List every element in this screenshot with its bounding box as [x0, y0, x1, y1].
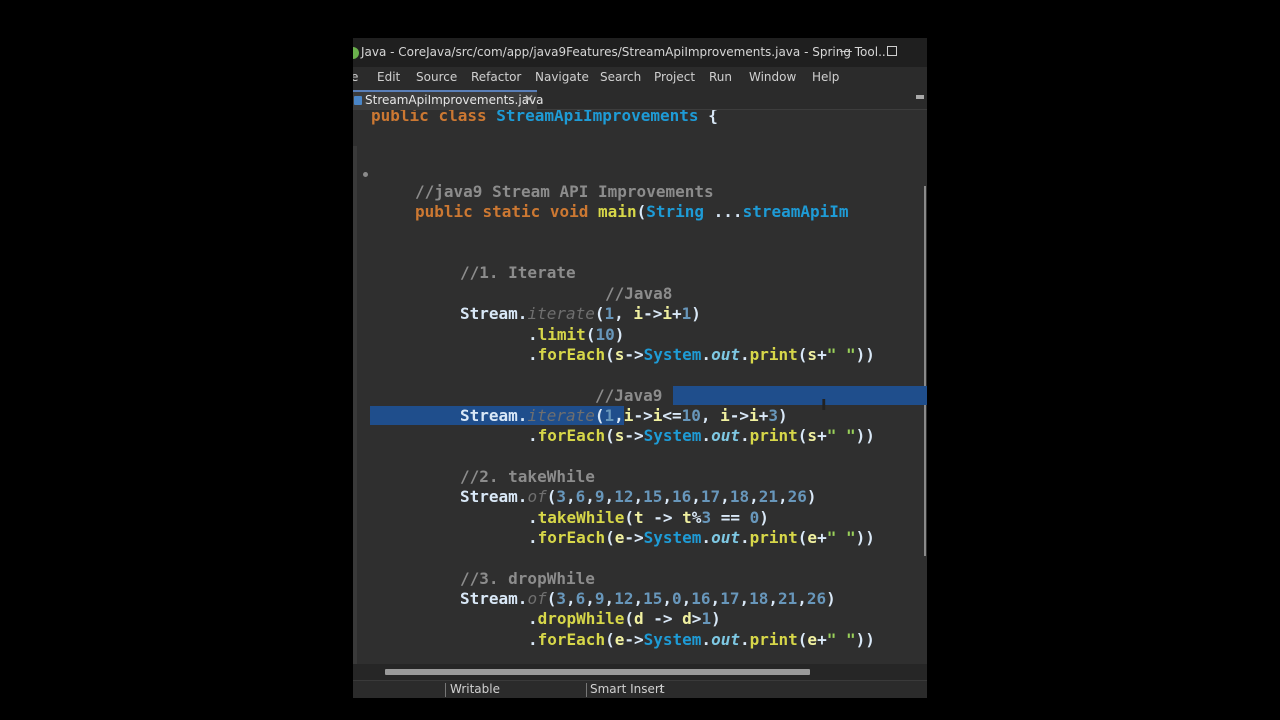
spring-tool-icon — [353, 47, 359, 59]
code-line: Stream.iterate(1,i->i<=10, i->i+3) — [460, 406, 788, 425]
code-line: public static void main(String ...stream… — [415, 202, 849, 221]
menu-run[interactable]: Run — [709, 70, 732, 84]
view-menu-icon[interactable] — [916, 95, 924, 99]
menu-bar: e Edit Source Refactor Navigate Search P… — [353, 67, 927, 89]
menu-source[interactable]: Source — [416, 70, 457, 84]
code-line: //Java8 — [605, 284, 673, 303]
maximize-button[interactable] — [877, 41, 907, 63]
code-line: .dropWhile(d -> d>1) — [528, 609, 721, 628]
code-line: .forEach(e->System.out.print(e+" ")) — [528, 528, 875, 547]
code-editor[interactable]: public class StreamApiImprovements { //j… — [353, 110, 927, 664]
tab-streamapiimprovements[interactable]: StreamApiImprovements.java ✕ — [353, 90, 544, 109]
code-line: //java9 Stream API Improvements — [415, 182, 714, 201]
maximize-icon — [887, 45, 897, 56]
close-tab-icon[interactable]: ✕ — [524, 92, 534, 106]
code-line: //2. takeWhile — [460, 467, 595, 486]
vertical-scrollbar[interactable] — [924, 186, 926, 556]
status-writable: Writable — [450, 682, 500, 696]
code-line: .takeWhile(t -> t%3 == 0) — [528, 508, 769, 527]
code-line: .forEach(s->System.out.print(s+" ")) — [528, 426, 875, 445]
selection-highlight — [673, 386, 927, 405]
code-line: public class StreamApiImprovements { — [371, 110, 718, 125]
ide-window: Java - CoreJava/src/com/app/java9Feature… — [353, 38, 927, 698]
status-more-icon[interactable]: ⁝ — [659, 682, 663, 696]
code-line: Stream.of(3,6,9,12,15,0,16,17,18,21,26) — [460, 589, 836, 608]
gutter — [353, 146, 357, 664]
code-line: .forEach(s->System.out.print(s+" ")) — [528, 345, 875, 364]
code-line: //3. dropWhile — [460, 569, 595, 588]
status-insert-mode: Smart Insert — [590, 682, 665, 696]
code-line: .limit(10) — [528, 325, 625, 344]
code-line: //Java9 — [595, 386, 663, 405]
status-separator — [586, 683, 587, 697]
tab-label: StreamApiImprovements.java — [365, 93, 544, 107]
menu-edit[interactable]: Edit — [377, 70, 400, 84]
code-line: Stream.iterate(1, i->i+1) — [460, 304, 701, 323]
menu-help[interactable]: Help — [812, 70, 839, 84]
breakpoint-marker-icon[interactable] — [363, 172, 368, 177]
horizontal-scrollbar[interactable] — [353, 664, 927, 680]
menu-file[interactable]: e — [353, 70, 358, 84]
status-bar: Writable Smart Insert ⁝ — [353, 680, 927, 698]
code-line: .forEach(e->System.out.print(e+" ")) — [528, 630, 875, 649]
status-separator — [445, 683, 446, 697]
minimize-button[interactable]: — — [831, 41, 861, 63]
title-bar: Java - CoreJava/src/com/app/java9Feature… — [353, 38, 927, 67]
menu-project[interactable]: Project — [654, 70, 695, 84]
editor-tab-bar: StreamApiImprovements.java ✕ — [353, 89, 927, 110]
text-cursor-icon: I — [821, 396, 827, 414]
menu-search[interactable]: Search — [600, 70, 641, 84]
code-line: //1. Iterate — [460, 263, 576, 282]
menu-window[interactable]: Window — [749, 70, 796, 84]
scrollbar-thumb[interactable] — [385, 669, 810, 675]
code-line: Stream.of(3,6,9,12,15,16,17,18,21,26) — [460, 487, 817, 506]
window-title: Java - CoreJava/src/com/app/java9Feature… — [361, 45, 890, 59]
java-file-icon — [354, 96, 362, 105]
menu-refactor[interactable]: Refactor — [471, 70, 521, 84]
menu-navigate[interactable]: Navigate — [535, 70, 589, 84]
